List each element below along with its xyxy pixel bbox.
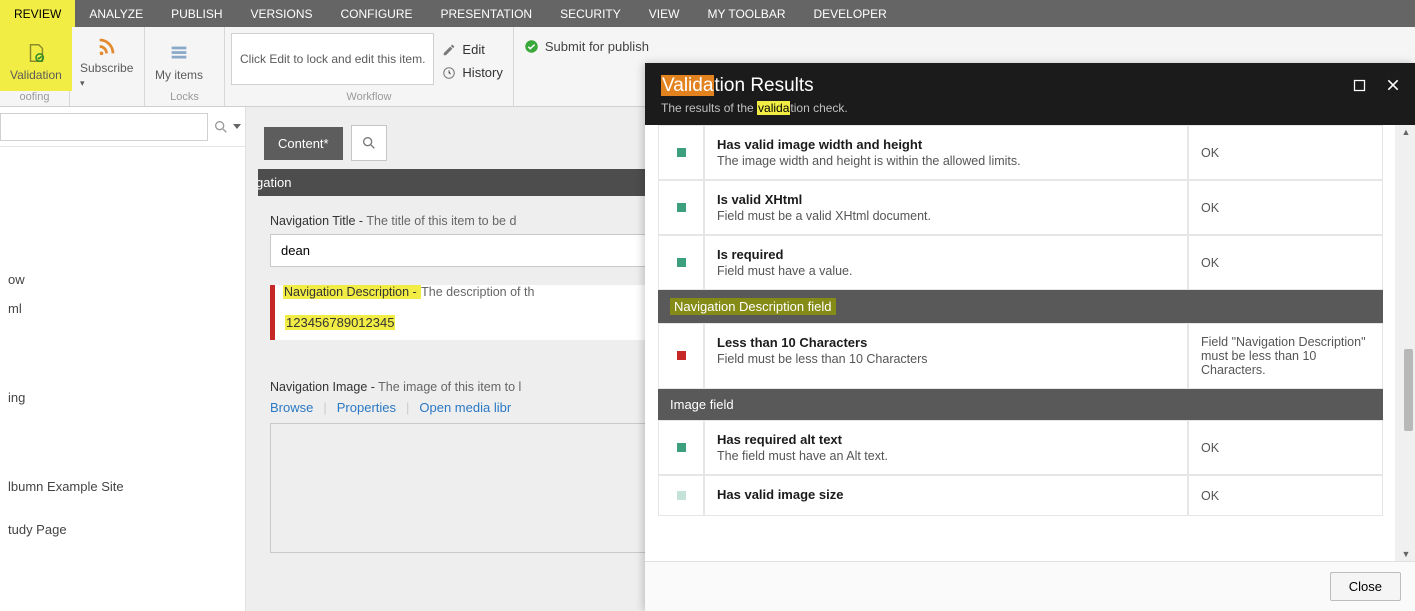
validation-row: Has required alt textThe field must have… bbox=[658, 420, 1383, 475]
rss-icon bbox=[95, 35, 119, 57]
status-fail-icon bbox=[677, 351, 686, 360]
group-label-workflow: Workflow bbox=[225, 91, 513, 106]
validation-results-dialog: Validation Results The results of the va… bbox=[645, 63, 1415, 611]
search-icon bbox=[361, 135, 377, 151]
edit-notice: Click Edit to lock and edit this item. bbox=[231, 33, 434, 85]
tree-item[interactable]: tudy Page bbox=[4, 515, 245, 544]
submit-publish-label: Submit for publish bbox=[545, 39, 649, 54]
properties-link[interactable]: Properties bbox=[337, 400, 396, 415]
scroll-up-icon: ▲ bbox=[1401, 127, 1411, 137]
validation-group-header: Image field bbox=[658, 389, 1383, 420]
modal-footer: Close bbox=[645, 561, 1415, 611]
ribbon-tab-configure[interactable]: CONFIGURE bbox=[327, 0, 427, 27]
close-x-button[interactable] bbox=[1383, 75, 1403, 95]
modal-title: Validation Results bbox=[661, 75, 1399, 97]
validation-button[interactable]: Validation bbox=[0, 27, 72, 91]
browse-link[interactable]: Browse bbox=[270, 400, 313, 415]
content-search-button[interactable] bbox=[351, 125, 387, 161]
validation-row: Has valid image width and heightThe imag… bbox=[658, 125, 1383, 180]
clock-icon bbox=[442, 66, 456, 80]
modal-scrollbar[interactable]: ▲ ▼ bbox=[1395, 125, 1415, 561]
scroll-thumb[interactable] bbox=[1404, 349, 1413, 431]
tree-item[interactable]: ow bbox=[4, 265, 245, 294]
maximize-button[interactable] bbox=[1349, 75, 1369, 95]
ribbon-tab-publish[interactable]: PUBLISH bbox=[157, 0, 236, 27]
search-icon bbox=[213, 119, 229, 135]
ribbon-tab-versions[interactable]: VERSIONS bbox=[237, 0, 327, 27]
open-media-link[interactable]: Open media libr bbox=[419, 400, 511, 415]
validation-row: Is requiredField must have a value. OK bbox=[658, 235, 1383, 290]
close-icon bbox=[1385, 77, 1401, 93]
myitems-button[interactable]: My items bbox=[145, 27, 213, 91]
left-column: ow ml ing lbumn Example Site tudy Page bbox=[0, 107, 246, 611]
myitems-label: My items bbox=[155, 68, 203, 82]
subscribe-label: Subscribe ▾ bbox=[80, 61, 134, 89]
validation-icon bbox=[24, 42, 48, 64]
modal-subtitle: The results of the validation check. bbox=[661, 101, 1399, 115]
tree-search-button[interactable] bbox=[213, 113, 229, 141]
submit-publish-link[interactable]: Submit for publish bbox=[524, 37, 649, 56]
validation-row: Has valid image size OK bbox=[658, 475, 1383, 516]
ribbon-tab-developer[interactable]: DEVELOPER bbox=[799, 0, 900, 27]
ribbon-tab-presentation[interactable]: PRESENTATION bbox=[427, 0, 547, 27]
maximize-icon bbox=[1352, 78, 1367, 93]
validation-label: Validation bbox=[10, 68, 62, 82]
ribbon-tab-analyze[interactable]: ANALYZE bbox=[75, 0, 157, 27]
tree-item[interactable] bbox=[4, 323, 245, 383]
ribbon-tab-review[interactable]: REVIEW bbox=[0, 0, 75, 27]
status-pass-icon bbox=[677, 491, 686, 500]
modal-body: Has valid image width and heightThe imag… bbox=[645, 125, 1415, 561]
validation-table: Has valid image width and heightThe imag… bbox=[658, 125, 1383, 516]
subscribe-button[interactable]: Subscribe ▾ bbox=[70, 27, 144, 91]
tree-dropdown-button[interactable] bbox=[229, 113, 245, 141]
group-label-proofing: oofing bbox=[0, 91, 69, 106]
validation-group-header: Navigation Description field bbox=[658, 290, 1383, 323]
scroll-down-icon: ▼ bbox=[1401, 549, 1411, 559]
history-label: History bbox=[462, 65, 502, 80]
content-tree[interactable]: ow ml ing lbumn Example Site tudy Page bbox=[0, 147, 245, 544]
tree-item[interactable]: ml bbox=[4, 294, 245, 323]
validation-row: Is valid XHtmlField must be a valid XHtm… bbox=[658, 180, 1383, 235]
validation-row: Less than 10 CharactersField must be les… bbox=[658, 323, 1383, 389]
edit-label: Edit bbox=[462, 42, 484, 57]
tree-item[interactable] bbox=[4, 501, 245, 515]
pencil-icon bbox=[442, 43, 456, 57]
ribbon-tab-mytoolbar[interactable]: MY TOOLBAR bbox=[693, 0, 799, 27]
tree-search-input[interactable] bbox=[0, 113, 208, 141]
status-pass-icon bbox=[677, 258, 686, 267]
close-button[interactable]: Close bbox=[1330, 572, 1401, 601]
history-link[interactable]: History bbox=[442, 63, 502, 82]
content-tab[interactable]: Content* bbox=[264, 127, 343, 160]
group-label-empty1 bbox=[70, 91, 144, 106]
status-pass-icon bbox=[677, 203, 686, 212]
status-pass-icon bbox=[677, 148, 686, 157]
ribbon-tab-view[interactable]: VIEW bbox=[635, 0, 694, 27]
check-circle-icon bbox=[524, 39, 539, 54]
tree-item[interactable] bbox=[4, 412, 245, 472]
ribbon-tab-security[interactable]: SECURITY bbox=[546, 0, 635, 27]
tree-item[interactable]: lbumn Example Site bbox=[4, 472, 245, 501]
myitems-icon bbox=[167, 42, 191, 64]
ribbon-tabs: REVIEW ANALYZE PUBLISH VERSIONS CONFIGUR… bbox=[0, 0, 1415, 27]
tree-item[interactable]: ing bbox=[4, 383, 245, 412]
edit-link[interactable]: Edit bbox=[442, 40, 502, 59]
status-pass-icon bbox=[677, 443, 686, 452]
modal-header: Validation Results The results of the va… bbox=[645, 63, 1415, 125]
chevron-down-icon bbox=[233, 124, 241, 129]
group-label-locks: Locks bbox=[145, 91, 224, 106]
